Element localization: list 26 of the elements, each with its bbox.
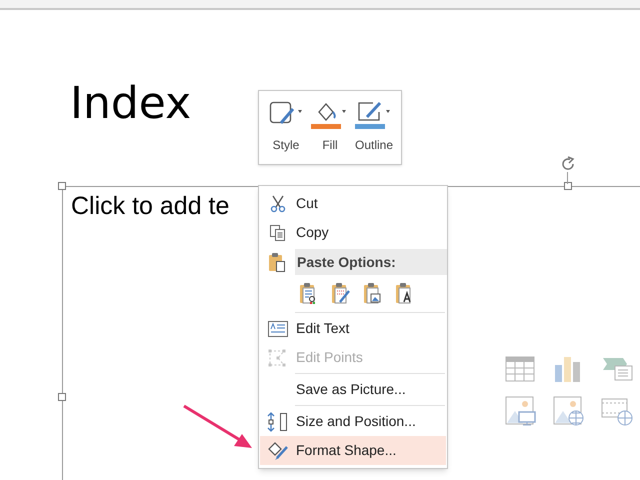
resize-handle[interactable] [564,182,572,190]
menu-item[interactable]: Copy [260,218,446,247]
rotate-handle-icon[interactable] [559,155,577,173]
paste-merge-formatting-icon[interactable] [331,282,351,304]
text-box-icon [268,320,288,336]
slide-title: Index [70,82,192,126]
resize-handle[interactable] [58,393,66,401]
size-position-icon [267,412,289,432]
menu-item[interactable]: Size and Position... [260,407,446,436]
menu-item[interactable]: Format Shape... [260,436,446,465]
placeholder-text: Click to add te [71,194,230,219]
clipboard-icon [268,252,286,272]
copy-icon [269,224,287,242]
paste-picture-icon[interactable] [363,282,383,304]
menu-item[interactable]: Edit Text [260,314,446,343]
scissors-icon [269,194,287,212]
menu-section-header: Paste Options: [295,249,447,275]
format-button[interactable]: Fill [311,99,349,154]
pointer-arrow [182,404,254,450]
format-button[interactable]: Outline [355,99,394,154]
menu-item[interactable]: Cut [260,189,446,218]
format-button[interactable]: Style [267,99,305,154]
edit-points-icon [268,348,288,366]
menu-item[interactable]: Save as Picture... [260,375,446,404]
resize-handle[interactable] [58,182,66,190]
paint-bucket-brush-icon [267,440,289,460]
